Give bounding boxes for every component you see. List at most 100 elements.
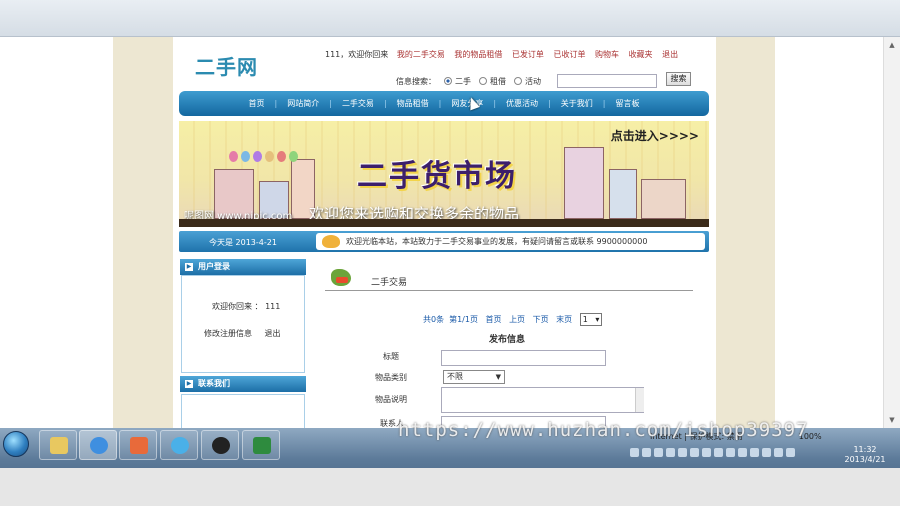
link-logout[interactable]: 退出: [662, 50, 678, 59]
banner-building: [641, 179, 686, 219]
link-my-trades[interactable]: 我的二手交易: [397, 50, 445, 59]
pager: 共0条 第1/1页 首页 上页 下页 末页 1 ▾: [423, 313, 607, 326]
main-nav: 首页 | 网站简介 | 二手交易 | 物品租借 | 网友分享 | 优惠活动 | 关于我们 | …: [179, 91, 709, 116]
taskbar-excel-button[interactable]: [242, 430, 280, 460]
pager-prev[interactable]: 上页: [509, 315, 525, 324]
banner-enter-link[interactable]: 点击进入>>>>: [611, 127, 699, 144]
info-bar: 今天是 2013-4-21 欢迎光临本站，本站致力于二手交易事业的发展，有疑问请…: [179, 231, 709, 252]
arrow-right-icon: ▶: [185, 380, 193, 388]
clock-date: 2013/4/21: [844, 455, 886, 464]
taskbar-app-button[interactable]: [119, 430, 157, 460]
textarea-scrollbar[interactable]: [635, 388, 644, 412]
balloon-icon: [253, 151, 262, 162]
link-received-orders[interactable]: 已收订单: [553, 50, 585, 59]
login-logout-link[interactable]: 退出: [265, 329, 281, 338]
clock-app-icon: [171, 437, 189, 454]
form-heading: 发布信息: [489, 335, 526, 345]
nav-home[interactable]: 首页: [239, 98, 275, 109]
taskbar-clock[interactable]: 11:32 2013/4/21: [840, 445, 890, 465]
tray-icon[interactable]: [762, 448, 771, 457]
contact-panel-title: 联系我们: [198, 379, 230, 388]
tray-icon[interactable]: [630, 448, 639, 457]
site-logo[interactable]: 二手网: [195, 51, 258, 80]
edit-profile-link[interactable]: 修改注册信息: [204, 329, 252, 338]
nav-about-us[interactable]: 关于我们: [551, 98, 603, 109]
pager-last[interactable]: 末页: [556, 315, 572, 324]
nav-rentals[interactable]: 物品租借: [387, 98, 439, 109]
search-radio-rental[interactable]: [479, 77, 487, 85]
tray-icon[interactable]: [678, 448, 687, 457]
welcome-text: 111，欢迎你回来: [325, 50, 389, 59]
description-label: 物品说明: [375, 395, 407, 404]
pager-first[interactable]: 首页: [486, 315, 502, 324]
app-icon: [130, 437, 148, 454]
nav-trades[interactable]: 二手交易: [332, 98, 384, 109]
nav-guestbook[interactable]: 留言板: [605, 98, 649, 109]
pager-next[interactable]: 下页: [533, 315, 549, 324]
top-links: 111，欢迎你回来 我的二手交易 我的物品租借 已发订单 已收订单 购物车 收藏…: [325, 49, 685, 60]
tray-icon[interactable]: [654, 448, 663, 457]
hero-banner[interactable]: 二手货市场 点击进入>>>> 呢图网 www.nipic.com 欢迎您来选购和…: [179, 121, 709, 227]
taskbar-explorer-button[interactable]: [39, 430, 77, 460]
tray-icon[interactable]: [702, 448, 711, 457]
taskbar-ie-button[interactable]: [79, 430, 117, 460]
link-sent-orders[interactable]: 已发订单: [512, 50, 544, 59]
login-panel-body: [181, 275, 305, 373]
nav-promotions[interactable]: 优惠活动: [496, 98, 548, 109]
taskbar-clock-app-button[interactable]: [160, 430, 198, 460]
page-scrollbar[interactable]: ▲ ▼: [883, 37, 900, 428]
notice-text: 欢迎光临本站，本站致力于二手交易事业的发展，有疑问请留言或联系 99000000…: [346, 237, 648, 246]
tray-icon[interactable]: [726, 448, 735, 457]
contact-panel-header: ▶ 联系我们: [180, 376, 306, 392]
title-input[interactable]: [441, 350, 606, 366]
scroll-down-icon[interactable]: ▼: [887, 415, 897, 425]
banner-title: 二手货市场: [357, 159, 517, 194]
tray-icon[interactable]: [738, 448, 747, 457]
contact-panel-body: [181, 394, 305, 428]
tray-icon[interactable]: [750, 448, 759, 457]
pager-select-value: 1: [582, 315, 588, 324]
section-divider: [325, 290, 693, 291]
category-label: 物品类别: [375, 373, 407, 382]
search-label: 信息搜索：: [396, 76, 436, 86]
tray-icon[interactable]: [774, 448, 783, 457]
link-my-rentals[interactable]: 我的物品租借: [454, 50, 502, 59]
tray-icon[interactable]: [642, 448, 651, 457]
notice-marquee: 欢迎光临本站，本站致力于二手交易事业的发展，有疑问请留言或联系 99000000…: [316, 233, 705, 250]
search-radio-secondhand[interactable]: [444, 77, 452, 85]
balloon-icon: [277, 151, 286, 162]
pager-page-select[interactable]: 1 ▾: [579, 313, 602, 326]
site-container: 二手网 111，欢迎你回来 我的二手交易 我的物品租借 已发订单 已收订单 购物…: [173, 37, 716, 428]
balloon-icon: [229, 151, 238, 162]
balloon-icon: [241, 151, 250, 162]
tray-icon[interactable]: [714, 448, 723, 457]
link-favorites[interactable]: 收藏夹: [629, 50, 653, 59]
tray-icon[interactable]: [666, 448, 675, 457]
description-textarea[interactable]: [441, 387, 644, 413]
watermark-text: https://www.huzhan.com/ishop39397: [398, 419, 809, 441]
banner-building: [564, 147, 604, 219]
search-input[interactable]: [557, 74, 657, 88]
banner-bottom-bar: [179, 219, 709, 227]
search-bar: 信息搜索： 二手 租借 活动: [396, 74, 657, 88]
chevron-down-icon: ▼: [495, 373, 501, 381]
search-button[interactable]: 搜索: [666, 72, 691, 86]
login-panel-header: ▶ 用户登录: [180, 259, 306, 275]
login-panel-title: 用户登录: [198, 262, 230, 271]
link-cart[interactable]: 购物车: [595, 50, 619, 59]
balloon-icon: [289, 151, 298, 162]
tray-icon[interactable]: [690, 448, 699, 457]
category-select[interactable]: 不限 ▼: [443, 370, 505, 384]
penguin-icon: [212, 437, 230, 454]
tray-icon[interactable]: [786, 448, 795, 457]
search-radio-event[interactable]: [514, 77, 522, 85]
megaphone-icon: [322, 235, 340, 248]
scroll-up-icon[interactable]: ▲: [887, 40, 897, 50]
taskbar-qq-button[interactable]: [201, 430, 239, 460]
search-option-rental[interactable]: 租借: [490, 76, 506, 87]
category-value: 不限: [447, 372, 463, 381]
search-option-secondhand[interactable]: 二手: [455, 76, 471, 87]
search-option-event[interactable]: 活动: [525, 76, 541, 87]
nav-about-site[interactable]: 网站简介: [277, 98, 329, 109]
start-button[interactable]: [3, 431, 29, 457]
